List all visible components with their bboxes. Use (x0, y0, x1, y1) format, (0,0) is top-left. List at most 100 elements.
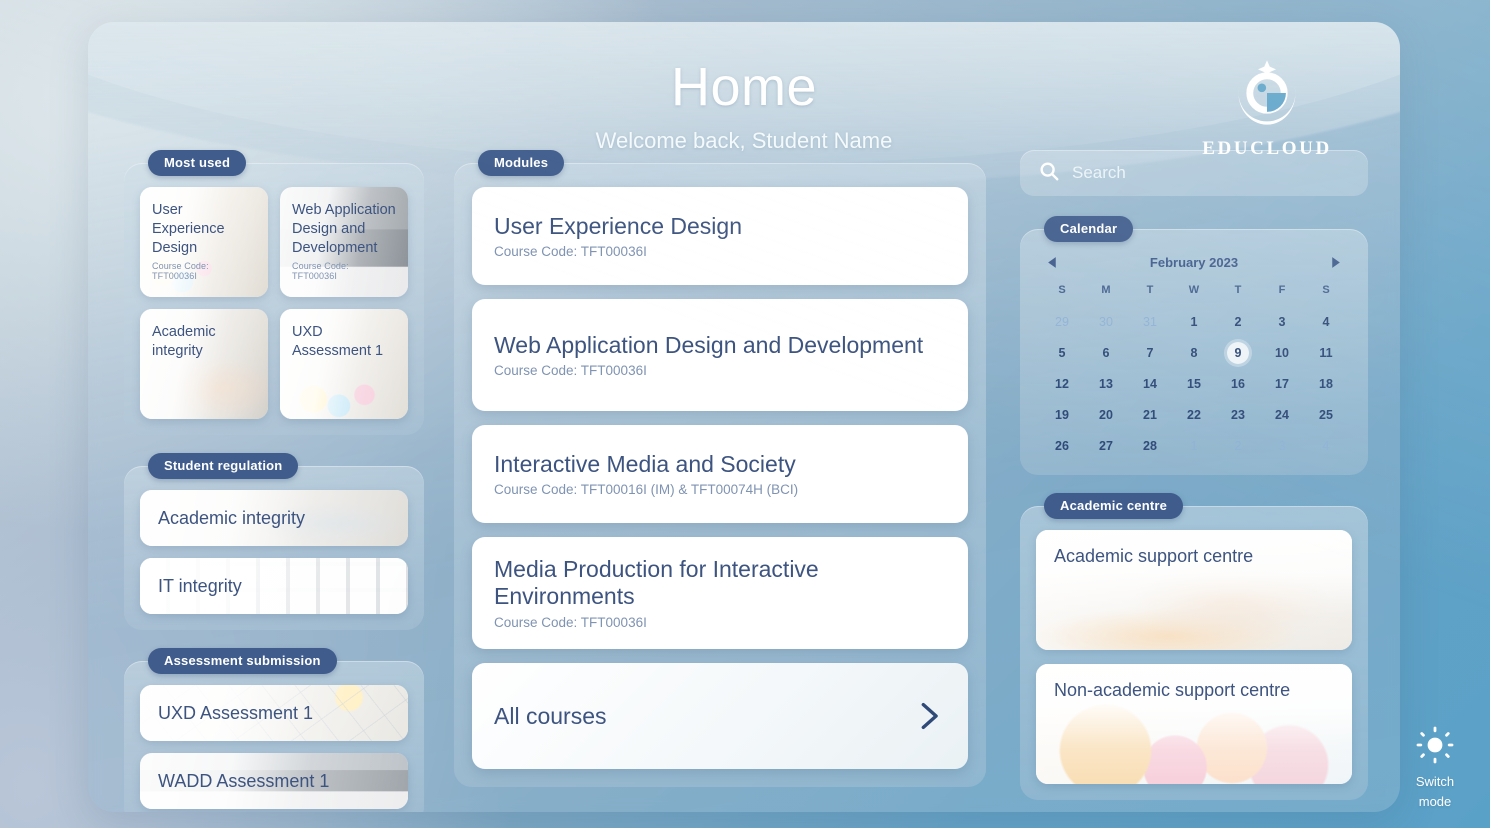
search-icon (1038, 160, 1060, 187)
calendar-day[interactable]: 7 (1128, 342, 1172, 364)
calendar-day[interactable]: 28 (1128, 435, 1172, 457)
right-column: Calendar February 2023 SMTWTFS2930311234… (1020, 150, 1368, 812)
calendar-header: February 2023 (1040, 255, 1348, 284)
most-used-tile[interactable]: User Experience Design Course Code: TFT0… (140, 187, 268, 297)
calendar-day[interactable]: 22 (1172, 404, 1216, 426)
calendar-day[interactable]: 27 (1084, 435, 1128, 457)
assessment-submission-item[interactable]: UXD Assessment 1 (140, 685, 408, 741)
switch-mode-line2: mode (1418, 793, 1452, 809)
assessment-submission-item[interactable]: WADD Assessment 1 (140, 753, 408, 809)
calendar-day[interactable]: 4 (1304, 311, 1348, 333)
calendar-day[interactable]: 3 (1260, 435, 1304, 457)
tile-title: Academic integrity (158, 507, 306, 528)
modules-section: Modules User Experience Design Course Co… (454, 150, 986, 787)
calendar-day[interactable]: 2 (1216, 435, 1260, 457)
all-courses-label: All courses (494, 702, 607, 729)
tile-title: User Experience Design (152, 202, 225, 256)
page-header: Home Welcome back, Student Name EDUCLOUD (88, 22, 1400, 162)
educloud-wordmark: EDUCLOUD (1202, 138, 1332, 159)
tile-title: WADD Assessment 1 (158, 770, 330, 791)
module-title: Media Production for Interactive Environ… (494, 556, 819, 609)
calendar-day[interactable]: 5 (1040, 342, 1084, 364)
tile-title: Web Application Design and Development (292, 202, 396, 256)
module-course-code: Course Code: TFT00016I (IM) & TFT00074H … (494, 482, 799, 498)
calendar-body: February 2023 S M T W T F S 29 30 31 1 2 3 4 5 6 7 8 9 10 11… (1020, 229, 1368, 475)
calendar-day[interactable]: 16 (1216, 373, 1260, 395)
calendar-day[interactable]: 12 (1040, 373, 1084, 395)
most-used-tile[interactable]: Academic integrity (140, 309, 268, 419)
student-regulation-item[interactable]: Academic integrity (140, 490, 408, 546)
most-used-tile[interactable]: Web Application Design and Development C… (280, 187, 408, 297)
calendar-day[interactable]: 8 (1172, 342, 1216, 364)
calendar-day[interactable]: 18 (1304, 373, 1348, 395)
module-title: Interactive Media and Society (494, 450, 796, 477)
calendar-day[interactable]: 19 (1040, 404, 1084, 426)
tile-title: UXD Assessment 1 (158, 702, 314, 723)
tile-title: UXD Assessment 1 (292, 324, 384, 359)
most-used-tile[interactable]: UXD Assessment 1 (280, 309, 408, 419)
calendar-day[interactable]: 10 (1260, 342, 1304, 364)
student-regulation-item[interactable]: IT integrity (140, 558, 408, 614)
calendar-weekday: T (1234, 284, 1242, 296)
calendar-weekday: M (1101, 284, 1111, 296)
calendar-day[interactable]: 14 (1128, 373, 1172, 395)
calendar-day[interactable]: 2 (1216, 311, 1260, 333)
academic-centre-label: Academic centre (1044, 493, 1184, 519)
calendar-day[interactable]: 25 (1304, 404, 1348, 426)
calendar-day[interactable]: 31 (1128, 311, 1172, 333)
chevron-right-icon[interactable] (1329, 256, 1342, 269)
calendar-day[interactable]: 29 (1040, 311, 1084, 333)
tile-title: IT integrity (158, 575, 242, 596)
academic-centre-section: Academic centre Academic support centre … (1020, 493, 1368, 800)
calendar-day[interactable]: 1 (1172, 435, 1216, 457)
tile-title: Academic integrity (152, 324, 216, 359)
modules-column: Modules User Experience Design Course Co… (454, 150, 986, 805)
module-course-code: Course Code: TFT00036I (494, 244, 647, 260)
academic-centre-item[interactable]: Non-academic support centre (1036, 664, 1352, 784)
calendar-day[interactable]: 1 (1172, 311, 1216, 333)
academic-centre-body: Academic support centre Non-academic sup… (1020, 506, 1368, 800)
module-title: Web Application Design and Development (494, 331, 924, 358)
chevron-left-icon[interactable] (1046, 256, 1059, 269)
module-card[interactable]: Web Application Design and Development C… (472, 299, 968, 411)
calendar-day[interactable]: 15 (1172, 373, 1216, 395)
module-course-code: Course Code: TFT00036I (494, 614, 647, 630)
student-regulation-section: Student regulation Academic integrity IT… (124, 453, 424, 630)
academic-centre-item[interactable]: Academic support centre (1036, 530, 1352, 650)
calendar-day[interactable]: 30 (1084, 311, 1128, 333)
calendar-day[interactable]: 6 (1084, 342, 1128, 364)
calendar-weekday: T (1146, 284, 1154, 296)
most-used-grid: User Experience Design Course Code: TFT0… (140, 187, 408, 419)
calendar-day[interactable]: 3 (1260, 311, 1304, 333)
calendar-day[interactable]: 21 (1128, 404, 1172, 426)
module-course-code: Course Code: TFT00036I (494, 363, 647, 379)
module-card[interactable]: Media Production for Interactive Environ… (472, 537, 968, 649)
calendar-day[interactable]: 26 (1040, 435, 1084, 457)
module-card[interactable]: User Experience Design Course Code: TFT0… (472, 187, 968, 285)
calendar-grid: S M T W T F S 29 30 31 1 2 3 4 5 6 7 8 9 10 11 12 13 14 15 16 17 18… (1040, 284, 1348, 457)
assessment-submission-body: UXD Assessment 1 WADD Assessment 1 (124, 661, 424, 812)
calendar-weekday: S (1058, 284, 1066, 296)
search-input[interactable] (1072, 163, 1350, 183)
most-used-body: User Experience Design Course Code: TFT0… (124, 163, 424, 435)
switch-mode-button[interactable]: Switch mode (1398, 725, 1472, 811)
calendar-day[interactable]: 24 (1260, 404, 1304, 426)
tile-course-code: Course Code: TFT00036I (292, 260, 349, 281)
calendar-weekday: W (1188, 284, 1200, 296)
calendar-day[interactable]: 23 (1216, 404, 1260, 426)
all-courses-button[interactable]: All courses (472, 663, 968, 769)
calendar-day[interactable]: 4 (1304, 435, 1348, 457)
module-card[interactable]: Interactive Media and Society Course Cod… (472, 425, 968, 523)
educloud-mark-icon (1224, 50, 1310, 136)
calendar-day[interactable]: 9 (1216, 342, 1260, 364)
calendar-day[interactable]: 13 (1084, 373, 1128, 395)
tile-course-code: Course Code: TFT00036I (152, 260, 209, 281)
assessment-submission-label: Assessment submission (148, 648, 337, 674)
calendar-day[interactable]: 11 (1304, 342, 1348, 364)
calendar-day[interactable]: 17 (1260, 373, 1304, 395)
student-regulation-body: Academic integrity IT integrity (124, 466, 424, 630)
calendar-month-label: February 2023 (1149, 255, 1239, 270)
calendar-day[interactable]: 20 (1084, 404, 1128, 426)
assessment-submission-section: Assessment submission UXD Assessment 1 W… (124, 648, 424, 812)
tile-title: Non-academic support centre (1054, 680, 1291, 700)
